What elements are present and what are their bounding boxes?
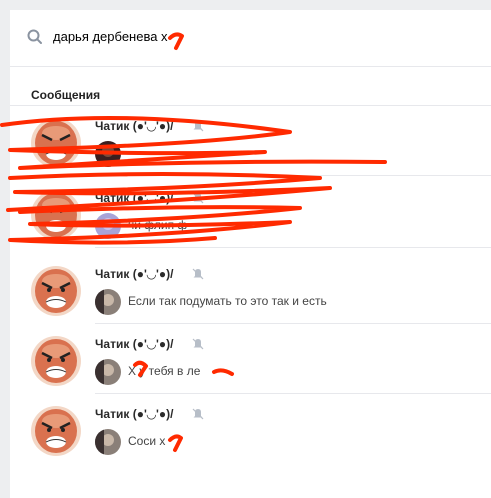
chat-name: Чатик (●'◡'●)/ (95, 119, 174, 133)
section-header: Сообщения (10, 67, 491, 106)
avatar (31, 266, 81, 316)
muted-bell-icon (192, 268, 204, 280)
chat-name: Чатик (●'◡'●)/ (95, 267, 174, 281)
muted-bell-icon (192, 338, 204, 350)
sender-avatar (95, 141, 121, 167)
muted-bell-icon (192, 408, 204, 420)
sender-avatar (95, 359, 121, 385)
avatar (31, 406, 81, 456)
chat-name: Чатик (●'◡'●)/ (95, 337, 174, 351)
muted-bell-icon (192, 120, 204, 132)
avatar (31, 118, 81, 168)
divider (95, 247, 491, 248)
message-preview: Соси х (128, 434, 166, 448)
search-icon (27, 29, 42, 44)
message-preview: Х у тебя в ле (128, 364, 201, 378)
conversation-row[interactable]: Чатик (●'◡'●)/ Х у тебя в ле (10, 324, 491, 394)
search-input[interactable]: дарья дербенева х (53, 29, 168, 44)
message-preview: чи флип ф (128, 218, 188, 232)
sender-avatar (95, 213, 121, 239)
search-results-panel: дарья дербенева х Сообщения Чатик (●'◡'●… (10, 10, 491, 498)
search-bar[interactable]: дарья дербенева х (10, 10, 491, 67)
muted-bell-icon (192, 192, 204, 204)
conversation-row[interactable]: Чатик (●'◡'●)/ Соси х (10, 394, 491, 464)
conversation-row[interactable]: Чатик (●'◡'●)/ (10, 106, 491, 176)
divider (95, 175, 491, 176)
avatar (31, 190, 81, 240)
section-title: Сообщения (31, 88, 101, 102)
sender-avatar (95, 289, 121, 315)
conversation-row[interactable]: Чатик (●'◡'●)/ чи флип ф (10, 178, 491, 248)
chat-name: Чатик (●'◡'●)/ (95, 191, 174, 205)
avatar (31, 336, 81, 386)
conversation-row[interactable]: Чатик (●'◡'●)/ Если так подумать то это … (10, 254, 491, 324)
message-preview: Если так подумать то это так и есть (128, 294, 327, 308)
chat-name: Чатик (●'◡'●)/ (95, 407, 174, 421)
sender-avatar (95, 429, 121, 455)
